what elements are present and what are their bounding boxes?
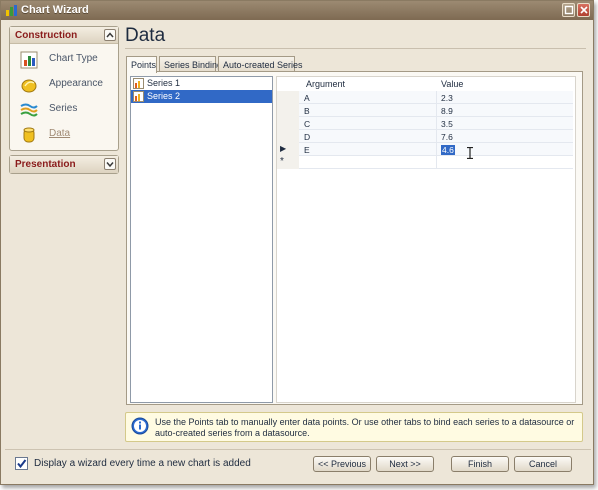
- cell-value[interactable]: 3.5: [437, 117, 573, 130]
- row-indicator[interactable]: [277, 130, 299, 143]
- close-button[interactable]: [577, 3, 590, 17]
- column-header-value[interactable]: Value: [441, 79, 463, 89]
- cell-value-selected-text[interactable]: 4.6: [441, 145, 455, 155]
- presentation-header[interactable]: Presentation: [10, 156, 118, 173]
- sidebar-item-label: Chart Type: [49, 53, 98, 64]
- appearance-icon: [21, 79, 37, 93]
- sidebar-item-chart-type[interactable]: Chart Type: [12, 48, 116, 73]
- chart-wizard-window: Chart Wizard Construction Chart Type App…: [0, 0, 594, 485]
- presentation-group: Presentation: [9, 155, 119, 174]
- maximize-button[interactable]: [562, 3, 575, 17]
- row-indicator[interactable]: ▶: [277, 143, 299, 156]
- series-icon: [20, 103, 38, 117]
- expand-button[interactable]: [104, 158, 116, 170]
- maximize-icon: [564, 5, 574, 15]
- current-row-arrow-icon: ▶: [280, 144, 287, 153]
- title-divider: [125, 48, 586, 49]
- table-row-new[interactable]: *: [277, 156, 575, 169]
- series-list[interactable]: Series 1 Series 2: [130, 76, 273, 403]
- wizard-sidebar: Construction Chart Type Appearance Serie…: [9, 26, 119, 178]
- checkmark-icon: [17, 459, 27, 469]
- tab-points[interactable]: Points: [126, 56, 157, 73]
- row-indicator[interactable]: [277, 104, 299, 117]
- display-wizard-label[interactable]: Display a wizard every time a new chart …: [34, 458, 251, 469]
- presentation-header-label: Presentation: [15, 159, 76, 170]
- series-chart-icon: [133, 78, 144, 89]
- sidebar-item-label: Data: [49, 128, 71, 139]
- cancel-button[interactable]: Cancel: [514, 456, 572, 472]
- info-icon: [131, 417, 149, 435]
- hint-text: Use the Points tab to manually enter dat…: [155, 417, 575, 438]
- cell-argument[interactable]: C: [299, 117, 437, 130]
- cell-argument[interactable]: B: [299, 104, 437, 117]
- construction-header-label: Construction: [15, 30, 78, 41]
- close-icon: [580, 6, 588, 14]
- cell-value-new[interactable]: [437, 156, 573, 169]
- previous-button[interactable]: << Previous: [313, 456, 371, 472]
- footer-divider: [5, 449, 591, 450]
- row-indicator[interactable]: [277, 117, 299, 130]
- table-row[interactable]: D 7.6: [277, 130, 575, 143]
- cell-value-editing[interactable]: 4.6: [437, 143, 573, 156]
- cell-value[interactable]: 8.9: [437, 104, 573, 117]
- chevron-down-icon: [106, 162, 114, 168]
- data-icon: [23, 127, 35, 143]
- cell-value[interactable]: 7.6: [437, 130, 573, 143]
- chart-type-icon: [20, 51, 38, 69]
- table-row[interactable]: A 2.3: [277, 91, 575, 104]
- cell-argument[interactable]: D: [299, 130, 437, 143]
- cell-argument[interactable]: A: [299, 91, 437, 104]
- row-indicator[interactable]: *: [277, 156, 299, 169]
- sidebar-item-label: Series: [49, 103, 78, 114]
- page-title: Data: [125, 25, 166, 46]
- sidebar-item-series[interactable]: Series: [12, 98, 116, 123]
- series-chart-icon: [133, 91, 144, 102]
- sidebar-item-label: Appearance: [49, 78, 103, 89]
- tab-series-binding[interactable]: Series Binding: [159, 56, 222, 72]
- column-header-argument[interactable]: Argument: [306, 79, 345, 89]
- text-cursor-icon: [467, 147, 473, 159]
- display-wizard-checkbox[interactable]: [15, 457, 28, 470]
- points-grid[interactable]: Argument Value A 2.3 B 8.9 C 3.5 D 7.6 ▶…: [276, 76, 576, 403]
- table-row[interactable]: C 3.5: [277, 117, 575, 130]
- points-panel: Series 1 Series 2 Argument Value A 2.3 B…: [126, 71, 583, 405]
- grid-header: Argument Value: [277, 77, 575, 90]
- finish-button[interactable]: Finish: [451, 456, 509, 472]
- next-button[interactable]: Next >>: [376, 456, 434, 472]
- sidebar-item-appearance[interactable]: Appearance: [12, 73, 116, 98]
- construction-header[interactable]: Construction: [10, 27, 118, 44]
- tab-auto-created-series[interactable]: Auto-created Series: [218, 56, 303, 72]
- cell-argument[interactable]: E: [299, 143, 437, 156]
- list-item-series-2[interactable]: Series 2: [131, 90, 272, 103]
- chevron-up-icon: [106, 32, 114, 38]
- list-item-series-1[interactable]: Series 1: [131, 77, 272, 90]
- row-indicator[interactable]: [277, 91, 299, 104]
- cell-argument-new[interactable]: [299, 156, 437, 169]
- table-row-current[interactable]: ▶ E 4.6: [277, 143, 575, 156]
- app-icon: [6, 5, 17, 16]
- window-title: Chart Wizard: [21, 4, 89, 16]
- series-label: Series 1: [147, 78, 181, 88]
- title-bar[interactable]: Chart Wizard: [1, 1, 593, 20]
- construction-group: Construction Chart Type Appearance Serie…: [9, 26, 119, 151]
- series-label: Series 2: [147, 91, 181, 101]
- hint-bar: Use the Points tab to manually enter dat…: [125, 412, 583, 442]
- table-row[interactable]: B 8.9: [277, 104, 575, 117]
- sidebar-item-data[interactable]: Data: [12, 123, 116, 148]
- collapse-button[interactable]: [104, 29, 116, 41]
- new-row-asterisk-icon: *: [280, 156, 284, 167]
- cell-value[interactable]: 2.3: [437, 91, 573, 104]
